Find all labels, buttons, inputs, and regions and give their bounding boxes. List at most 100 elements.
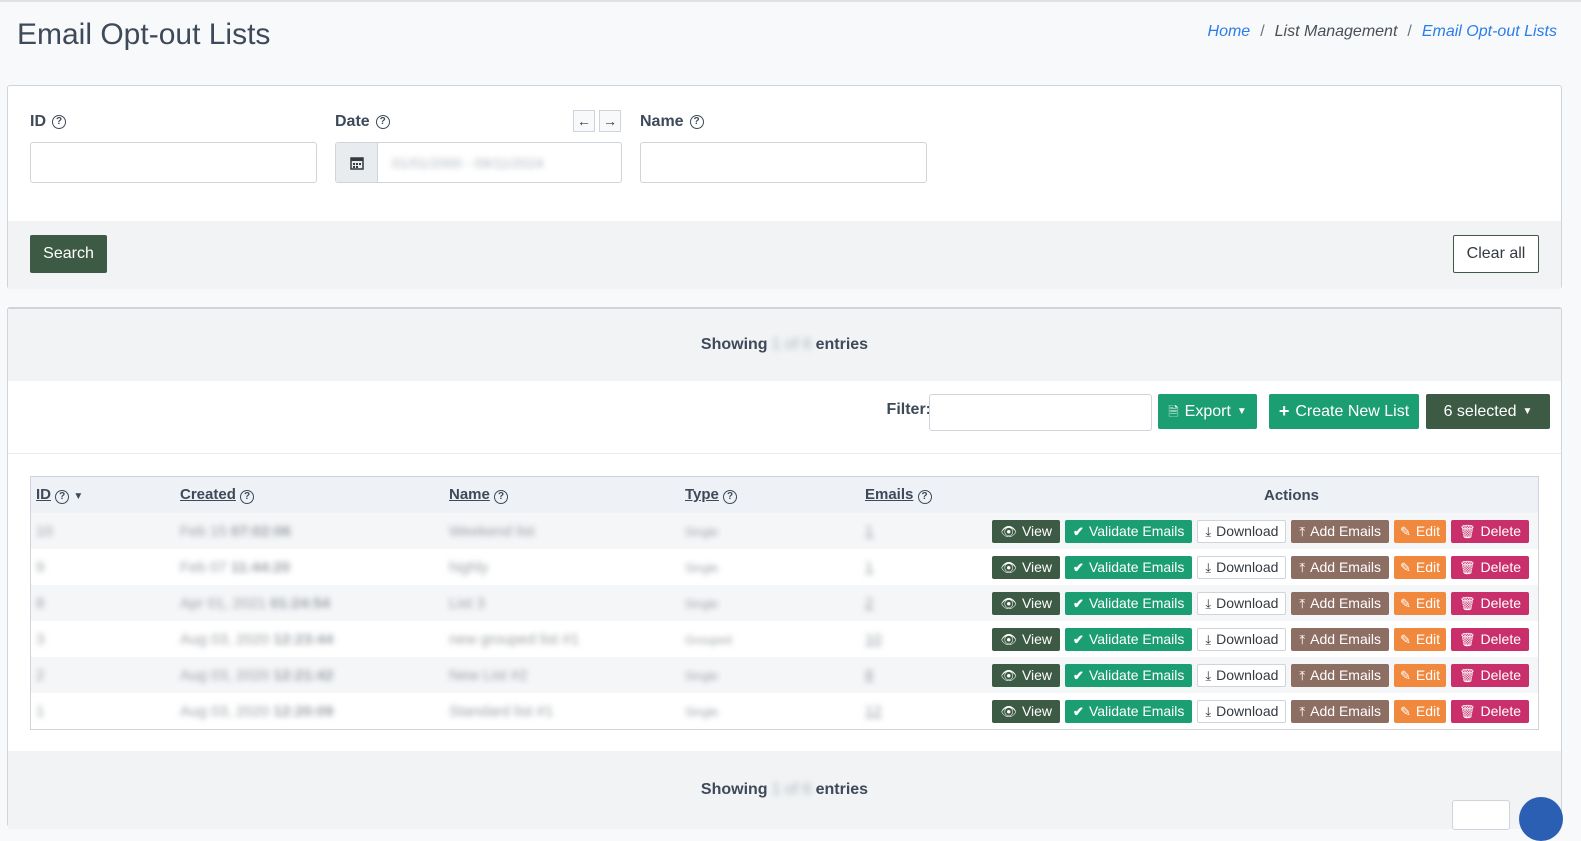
add-emails-button[interactable]: ⤒ Add Emails [1291, 663, 1389, 687]
column-header-name[interactable]: Name ? [444, 477, 680, 513]
cell-id: 9 [36, 558, 45, 576]
date-next-button[interactable]: → [599, 110, 621, 132]
page-title: Email Opt-out Lists [17, 18, 271, 51]
view-button[interactable]: 👁 View [992, 591, 1061, 615]
cell-name[interactable]: Weekend list [449, 523, 535, 540]
cell-name[interactable]: List 3 [449, 595, 485, 612]
help-icon[interactable]: ? [55, 490, 70, 504]
cell-created: Aug 03, 2020 12:20:09 [180, 702, 334, 720]
help-icon[interactable]: ? [917, 490, 932, 504]
download-button[interactable]: ⤓ Download [1197, 591, 1287, 615]
cell-name[interactable]: Standard list #1 [449, 703, 553, 720]
validate-emails-button[interactable]: ✔ Validate Emails [1065, 555, 1193, 579]
download-button[interactable]: ⤓ Download [1197, 699, 1287, 723]
trash-icon: 🗑 [1459, 559, 1476, 575]
add-emails-button[interactable]: ⤒ Add Emails [1291, 699, 1389, 723]
help-icon[interactable]: ? [240, 490, 255, 504]
cell-name[interactable]: highly [449, 559, 488, 576]
delete-button[interactable]: 🗑 Delete [1451, 591, 1529, 615]
cell-type: Single [685, 668, 719, 683]
delete-button[interactable]: 🗑 Delete [1451, 699, 1529, 723]
download-button[interactable]: ⤓ Download [1197, 627, 1287, 651]
column-header-actions: Actions [1263, 486, 1319, 504]
add-emails-button[interactable]: ⤒ Add Emails [1291, 555, 1389, 579]
view-button[interactable]: 👁 View [992, 699, 1061, 723]
delete-button[interactable]: 🗑 Delete [1451, 519, 1529, 543]
download-button[interactable]: ⤓ Download [1197, 663, 1287, 687]
delete-button[interactable]: 🗑 Delete [1451, 555, 1529, 579]
view-button[interactable]: 👁 View [992, 555, 1061, 579]
cell-id: 3 [36, 630, 45, 648]
download-icon: ⤓ [1205, 523, 1212, 539]
download-button[interactable]: ⤓ Download [1197, 519, 1287, 543]
name-input[interactable] [640, 142, 927, 183]
pagination-button[interactable] [1452, 800, 1510, 830]
view-button[interactable]: 👁 View [992, 519, 1061, 543]
cell-id: 2 [36, 666, 45, 684]
upload-icon: ⤒ [1299, 667, 1306, 683]
edit-button[interactable]: ✎ Edit [1393, 699, 1447, 723]
cell-emails: 1 [865, 558, 874, 576]
edit-button[interactable]: ✎ Edit [1393, 627, 1447, 651]
date-range-input[interactable]: 01/01/2000 - 09/11/2024 [335, 142, 622, 183]
trash-icon: 🗑 [1459, 523, 1476, 539]
column-header-emails[interactable]: Emails ? [860, 477, 980, 513]
date-prev-button[interactable]: ← [573, 110, 595, 132]
list-panel: Showing 1 of 6 entries Filter: 🗎 Export … [7, 307, 1562, 829]
column-selector-button[interactable]: 6 selected ▼ [1426, 394, 1550, 429]
column-header-type[interactable]: Type ? [680, 477, 860, 513]
validate-emails-button[interactable]: ✔ Validate Emails [1065, 591, 1193, 615]
delete-button[interactable]: 🗑 Delete [1451, 627, 1529, 651]
help-chat-button[interactable] [1519, 797, 1563, 841]
view-button[interactable]: 👁 View [992, 627, 1061, 651]
filter-input[interactable] [929, 394, 1152, 431]
column-header-id[interactable]: ID ? ▼ [31, 477, 175, 513]
upload-icon: ⤒ [1299, 703, 1306, 719]
delete-button[interactable]: 🗑 Delete [1451, 663, 1529, 687]
breadcrumb-current[interactable]: Email Opt-out Lists [1422, 23, 1557, 41]
help-icon[interactable]: ? [375, 115, 390, 129]
validate-emails-button[interactable]: ✔ Validate Emails [1065, 663, 1193, 687]
search-button[interactable]: Search [30, 235, 107, 273]
export-button[interactable]: 🗎 Export ▼ [1158, 394, 1257, 429]
cell-name[interactable]: New List #2 [449, 667, 527, 684]
download-button[interactable]: ⤓ Download [1197, 555, 1287, 579]
trash-icon: 🗑 [1459, 703, 1476, 719]
cell-type: Single [685, 560, 719, 575]
cell-name[interactable]: new grouped list #1 [449, 631, 579, 648]
edit-button[interactable]: ✎ Edit [1393, 591, 1447, 615]
breadcrumb-separator: / [1407, 23, 1412, 40]
lists-table: ID ? ▼ Created ? Name ? Type ? Emails ? … [30, 476, 1539, 730]
validate-emails-button[interactable]: ✔ Validate Emails [1065, 519, 1193, 543]
add-emails-button[interactable]: ⤒ Add Emails [1291, 627, 1389, 651]
id-input[interactable] [30, 142, 317, 183]
help-icon[interactable]: ? [723, 490, 738, 504]
help-icon[interactable]: ? [494, 490, 509, 504]
check-icon: ✔ [1073, 559, 1084, 575]
add-emails-button[interactable]: ⤒ Add Emails [1291, 519, 1389, 543]
filter-label: Filter: [886, 401, 931, 418]
edit-button[interactable]: ✎ Edit [1393, 555, 1447, 579]
showing-entries-top: Showing 1 of 6 entries [8, 309, 1561, 381]
view-button[interactable]: 👁 View [992, 663, 1061, 687]
column-header-created[interactable]: Created ? [175, 477, 444, 513]
edit-button[interactable]: ✎ Edit [1393, 663, 1447, 687]
edit-button[interactable]: ✎ Edit [1393, 519, 1447, 543]
check-icon: ✔ [1073, 595, 1084, 611]
table-row: 2 Aug 03, 2020 12:21:42 New List #2 Sing… [31, 657, 1538, 693]
validate-emails-button[interactable]: ✔ Validate Emails [1065, 627, 1193, 651]
calendar-icon[interactable] [336, 143, 378, 182]
help-icon[interactable]: ? [52, 115, 66, 129]
divider [8, 453, 1561, 454]
add-emails-button[interactable]: ⤒ Add Emails [1291, 591, 1389, 615]
date-range-value: 01/01/2000 - 09/11/2024 [392, 154, 544, 171]
cell-type: Grouped [685, 632, 732, 647]
cell-id: 8 [36, 594, 45, 612]
breadcrumb: Home / List Management / Email Opt-out L… [1208, 23, 1557, 41]
create-new-list-button[interactable]: + Create New List [1269, 394, 1419, 429]
help-icon[interactable]: ? [689, 115, 704, 129]
validate-emails-button[interactable]: ✔ Validate Emails [1065, 699, 1193, 723]
breadcrumb-home[interactable]: Home [1208, 23, 1251, 41]
table-row: 1 Aug 03, 2020 12:20:09 Standard list #1… [31, 693, 1538, 729]
clear-all-button[interactable]: Clear all [1453, 235, 1539, 273]
